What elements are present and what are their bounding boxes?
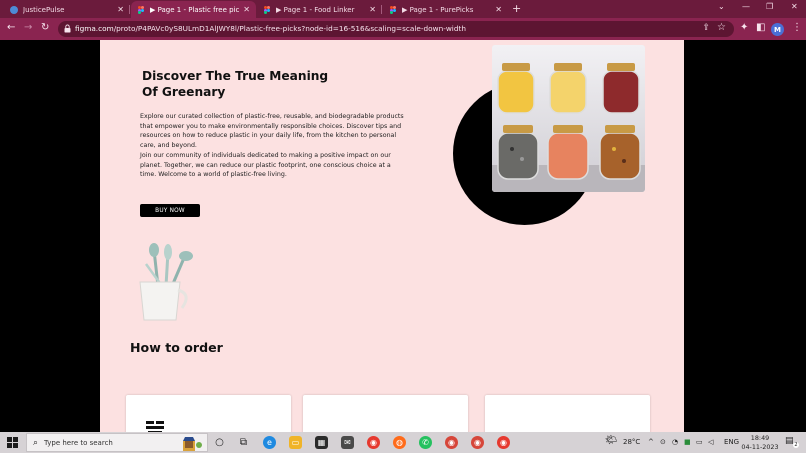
windows-start-icon[interactable] [7,437,18,448]
prototype-frame: Discover The True Meaning Of Greenary Ex… [100,40,684,432]
justicepulse-favicon-icon [10,5,18,14]
search-icon: ⌕ [33,437,39,448]
cortana-circle-icon[interactable]: ○ [213,436,226,449]
reload-icon[interactable]: ↻ [41,22,49,33]
url-host: figma.com [75,24,114,33]
chrome-icon[interactable]: ◉ [367,436,380,449]
close-icon[interactable]: ✕ [495,5,502,14]
taskbar-clock[interactable]: 18:49 04-11-2023 [738,434,782,451]
chrome-profile-icon[interactable]: ◉ [445,436,458,449]
tab-search-chevron-icon[interactable]: ⌄ [718,2,725,11]
firefox-icon[interactable]: ◍ [393,436,406,449]
weather-sun-icon[interactable]: 🌤 [605,435,618,446]
search-highlight-pharaoh-icon [183,437,202,451]
edge-browser-icon[interactable]: e [263,436,276,449]
tab-plastic-free-picks[interactable]: ▶ Page 1 - Plastic free picks ✕ [131,1,256,18]
search-placeholder: Type here to search [44,438,113,447]
browser-tab-strip: JusticePulse ✕ ▶ Page 1 - Plastic free p… [0,0,806,18]
hero-title: Discover The True Meaning Of Greenary [142,68,342,100]
hero-title-line-1: Discover The True Meaning [142,69,329,83]
tab-title: JusticePulse [23,5,65,14]
microsoft-store-icon[interactable]: ▦ [315,436,328,449]
url-text: figma.com/proto/P4PAVc0yS8ULmD1AlJWY8l/P… [75,24,466,33]
page-viewport: Discover The True Meaning Of Greenary Ex… [0,40,806,432]
chrome-profile-icon[interactable]: ◉ [471,436,484,449]
close-icon[interactable]: ✕ [243,5,250,14]
file-explorer-icon[interactable]: ▭ [289,436,302,449]
speaker-icon[interactable]: ◁ [708,438,713,446]
new-tab-plus-icon[interactable]: + [512,2,521,15]
extensions-puzzle-icon[interactable]: ✦ [740,22,748,33]
clock-date: 04-11-2023 [741,442,779,451]
more-menu-icon[interactable]: ⋮ [792,22,802,33]
order-step-icon [146,421,164,432]
buy-now-button[interactable]: BUY NOW [140,204,200,217]
order-step-card-3 [485,395,650,432]
tab-title: ▶ Page 1 - PurePicks [402,5,474,14]
tab-separator [381,5,382,14]
figma-favicon-icon [137,5,145,14]
order-step-card-1 [126,395,291,432]
tab-purepicks[interactable]: ▶ Page 1 - PurePicks ✕ [383,1,508,18]
chrome-active-icon[interactable]: ◉ [497,436,510,449]
hero-paragraph-2: Join our community of individuals dedica… [140,151,391,179]
figma-favicon-icon [263,5,271,14]
language-indicator[interactable]: ENG [724,438,739,446]
profile-avatar[interactable]: M [771,23,784,36]
tab-title: ▶ Page 1 - Food Linker [276,5,355,14]
order-step-card-2 [303,395,468,432]
windows-taskbar: ⌕ Type here to search ○ ⧉ e ▭ ▦ ✉ ◉ ◍ ✆ … [0,432,806,453]
figma-favicon-icon [389,5,397,14]
tab-food-linker[interactable]: ▶ Page 1 - Food Linker ✕ [257,1,382,18]
battery-icon[interactable]: ▭ [696,438,703,446]
mail-icon[interactable]: ✉ [341,436,354,449]
tab-title: ▶ Page 1 - Plastic free picks [150,5,240,14]
back-arrow-icon[interactable]: ← [7,22,15,33]
whatsapp-icon[interactable]: ✆ [419,436,432,449]
hero-paragraph-1: Explore our curated collection of plasti… [140,113,404,150]
tray-shield-icon[interactable]: ■ [684,438,691,446]
close-icon[interactable]: ✕ [117,5,124,14]
forward-arrow-icon[interactable]: → [24,22,32,33]
restore-icon[interactable]: ❐ [766,2,773,11]
clock-time: 18:49 [750,434,770,442]
glass-jars-image [492,45,645,192]
lock-icon [64,24,71,33]
hero-description: Explore our curated collection of plasti… [140,112,404,180]
hero-title-line-2: Of Greenary [142,85,226,99]
tray-chevron-up-icon[interactable]: ^ [648,438,654,446]
how-to-order-heading: How to order [130,340,223,355]
weather-temperature[interactable]: 28°C [623,438,640,446]
bookmark-star-icon[interactable]: ☆ [717,22,726,33]
side-panel-icon[interactable]: ◧ [756,22,765,33]
notification-count-badge: 2 [793,442,799,448]
url-path: /proto/P4PAVc0yS8ULmD1AlJWY8l/Plastic-fr… [113,24,466,33]
tray-app-icon[interactable]: ⊙ [660,438,666,446]
minimize-icon[interactable]: — [742,2,750,11]
tray-wifi-icon[interactable]: ◔ [672,438,678,446]
tab-separator [129,5,130,14]
browser-toolbar: ← → ↻ figma.com/proto/P4PAVc0yS8ULmD1AlJ… [0,18,806,40]
window-close-icon[interactable]: ✕ [791,2,798,11]
address-bar[interactable]: figma.com/proto/P4PAVc0yS8ULmD1AlJWY8l/P… [58,21,734,37]
kitchen-utensils-image [132,242,204,322]
tab-justicepulse[interactable]: JusticePulse ✕ [4,1,130,18]
task-view-icon[interactable]: ⧉ [237,436,250,449]
share-icon[interactable]: ⇪ [702,23,710,33]
close-icon[interactable]: ✕ [369,5,376,14]
taskbar-search-box[interactable]: ⌕ Type here to search [26,433,208,452]
